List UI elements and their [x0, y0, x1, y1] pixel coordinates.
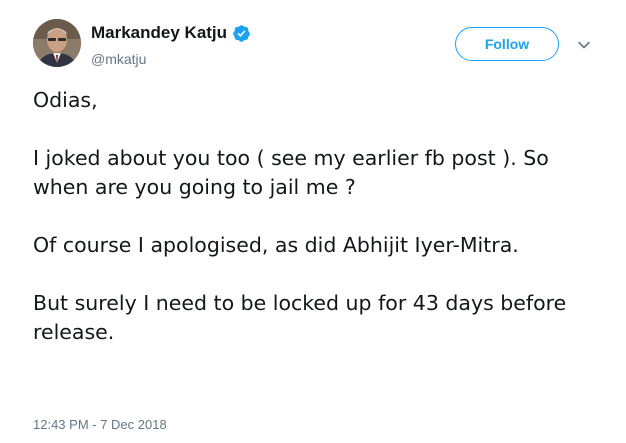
tweet-paragraph: Odias,	[33, 88, 98, 112]
verified-badge-icon	[233, 24, 250, 42]
tweet-card: Markandey Katju @mkatju Follow Odias, I …	[0, 0, 626, 443]
follow-button[interactable]: Follow	[455, 27, 559, 61]
chevron-down-icon[interactable]	[577, 38, 591, 52]
tweet-timestamp[interactable]: 12:43 PM - 7 Dec 2018	[33, 417, 167, 432]
user-name-text: Markandey Katju	[91, 23, 228, 42]
tweet-text: Odias, I joked about you too ( see my ea…	[33, 86, 605, 376]
tweet-paragraph: Of course I apologised, as did Abhijit I…	[33, 233, 519, 257]
tweet-paragraph: I joked about you too ( see my earlier f…	[33, 146, 549, 199]
tweet-paragraph: But surely I need to be locked up for 43…	[33, 291, 567, 344]
user-name[interactable]: Markandey Katju	[91, 23, 251, 43]
avatar-image	[33, 19, 81, 67]
avatar[interactable]	[33, 19, 81, 67]
user-handle[interactable]: @mkatju	[91, 51, 146, 67]
